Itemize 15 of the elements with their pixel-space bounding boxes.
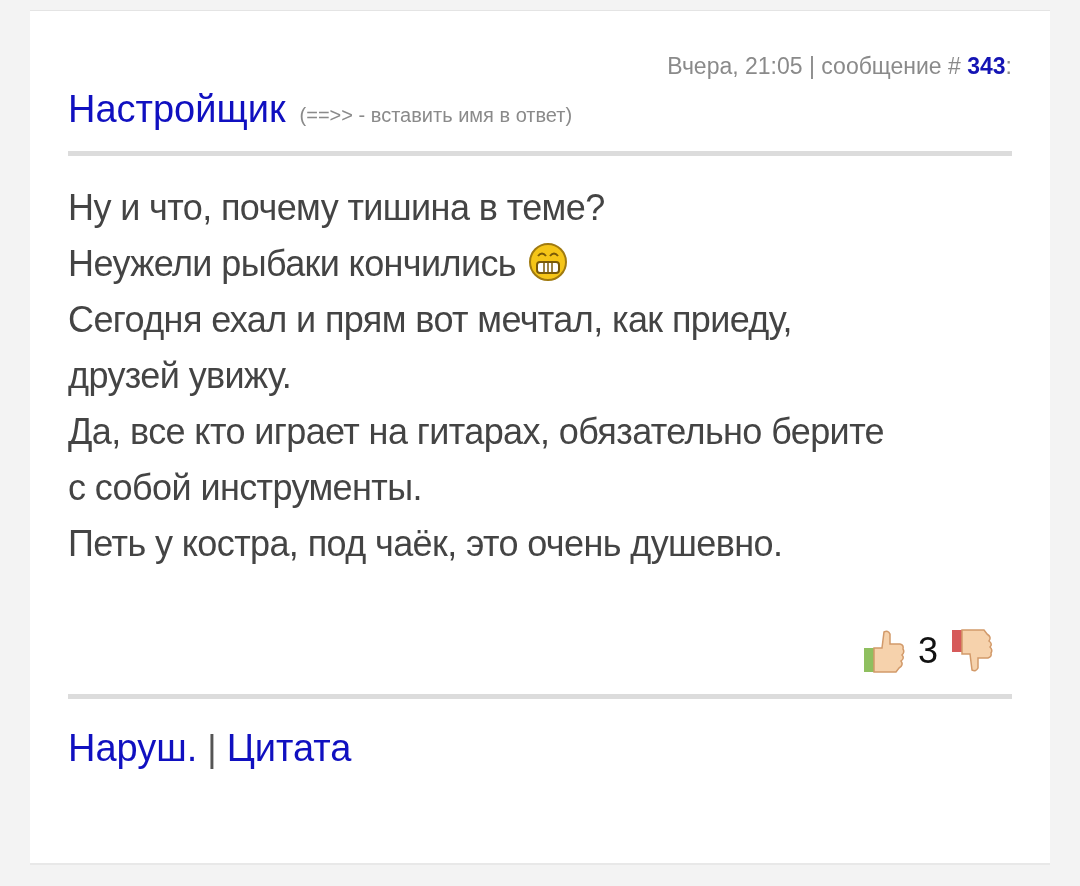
message-text: Неужели рыбаки кончились: [68, 236, 908, 292]
grinning-face-icon: [528, 242, 568, 282]
message-text: Петь у костра, под чаёк, это очень душевно.: [68, 522, 784, 566]
message-text: Ну и что, почему тишина в теме?: [68, 186, 606, 230]
post-meta: Вчера, 21:05 | сообщение # 343:: [667, 53, 1012, 80]
footer-link[interactable]: Наруш.: [68, 727, 198, 770]
author-hint: (==>> - вставить имя в ответ): [299, 104, 573, 127]
message-text: Да, все кто играет на гитарах, обязательно берите с собой инструменты.: [68, 410, 886, 510]
link-separator: |: [207, 727, 217, 770]
thumbs-down-icon[interactable]: [950, 628, 994, 674]
rating-count: 3: [917, 630, 938, 672]
author-link[interactable]: Настройщик: [68, 88, 286, 131]
thumbs-up-icon[interactable]: [861, 628, 906, 674]
footer-link[interactable]: Цитата: [226, 727, 352, 770]
message-text: Сегодня ехал и прям вот мечтал, как приеду, друзей увижу.: [68, 298, 793, 398]
